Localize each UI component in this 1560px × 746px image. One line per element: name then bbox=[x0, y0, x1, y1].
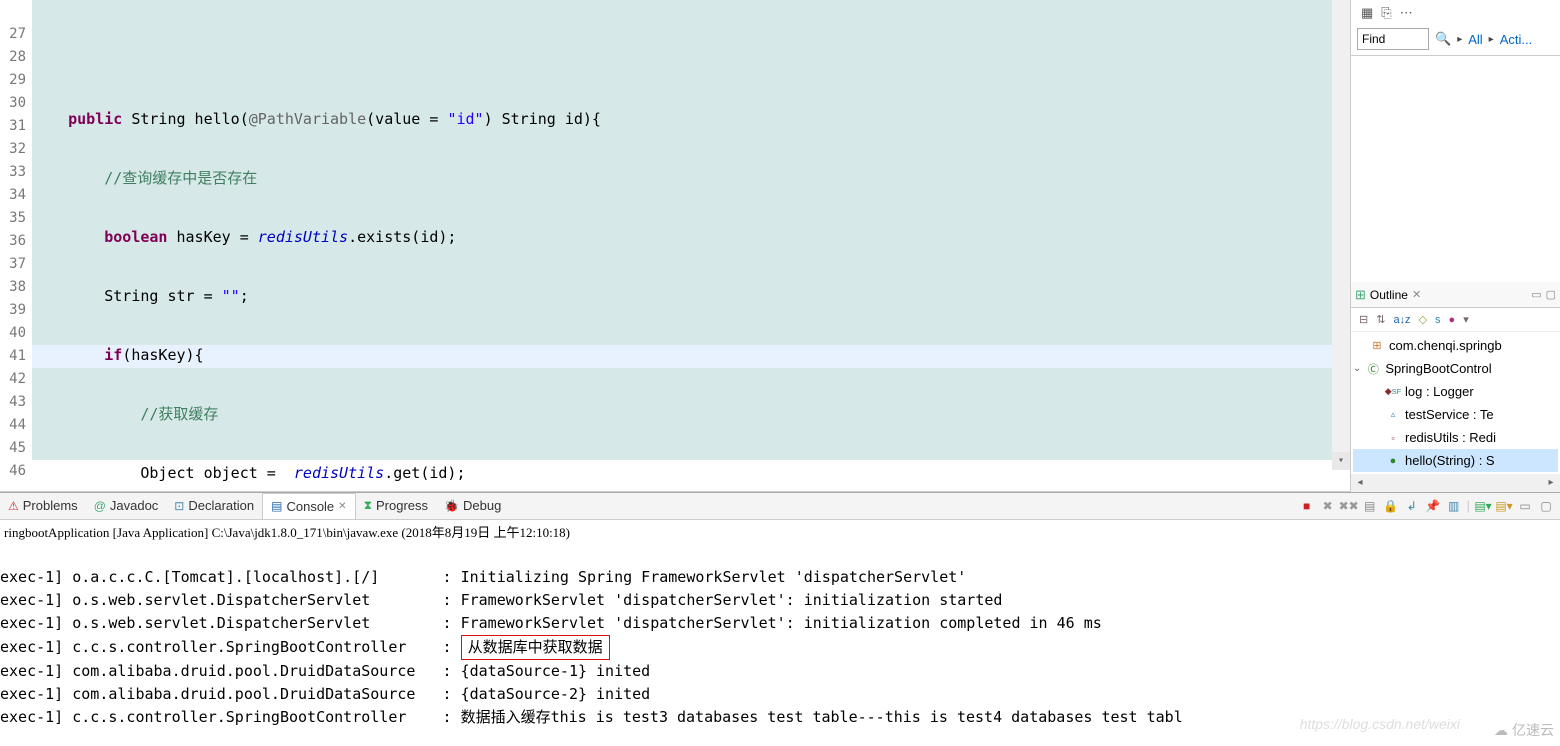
maximize-icon[interactable]: ▢ bbox=[1538, 498, 1554, 514]
problems-icon: ⚠ bbox=[8, 499, 19, 513]
cloud-icon: ☁ bbox=[1494, 722, 1508, 739]
search-icon[interactable]: 🔍 bbox=[1435, 31, 1451, 47]
open-console-icon[interactable]: ▤▾ bbox=[1475, 498, 1491, 514]
watermark-url: https://blog.csdn.net/weixi bbox=[1300, 716, 1460, 732]
word-wrap-icon[interactable]: ↲ bbox=[1404, 498, 1420, 514]
tab-declaration[interactable]: ⊡Declaration bbox=[166, 493, 262, 519]
expand-icon[interactable]: ⌄ bbox=[1353, 363, 1361, 374]
display-sel-icon[interactable]: ▥ bbox=[1446, 498, 1462, 514]
outline-title: Outline bbox=[1370, 288, 1408, 302]
outline-field-log[interactable]: ◆SF log : Logger bbox=[1353, 380, 1558, 403]
progress-icon: ⧗ bbox=[364, 498, 372, 513]
terminate-icon[interactable]: ■ bbox=[1299, 498, 1315, 514]
outline-header: ⊞ Outline ✕ ▭ ▢ bbox=[1351, 282, 1560, 308]
minimize-icon[interactable]: ▭ bbox=[1517, 498, 1533, 514]
code-area[interactable]: public String hello(@PathVariable(value … bbox=[32, 0, 1350, 491]
new-console-icon[interactable]: ▤▾ bbox=[1496, 498, 1512, 514]
outline-class[interactable]: ⌄ Ⓒ SpringBootControl bbox=[1353, 357, 1558, 380]
hide-static-icon[interactable]: s bbox=[1435, 314, 1441, 326]
bottom-panel: ⚠Problems @Javadoc ⊡Declaration ▤Console… bbox=[0, 492, 1560, 744]
layout-icon[interactable]: ▦ bbox=[1361, 5, 1373, 21]
sort-icon[interactable]: ⇅ bbox=[1376, 313, 1385, 326]
remove-launch-icon[interactable]: ✖ bbox=[1320, 498, 1336, 514]
line-gutter: 2728293031323334353637383940414243444546 bbox=[0, 0, 32, 491]
find-activate-link[interactable]: Acti... bbox=[1500, 32, 1533, 47]
tab-progress[interactable]: ⧗Progress bbox=[356, 493, 436, 519]
declaration-icon: ⊡ bbox=[174, 499, 184, 513]
hide-fields-icon[interactable]: ◇ bbox=[1419, 313, 1427, 326]
pin-console-icon[interactable]: 📌 bbox=[1425, 498, 1441, 514]
prev-arrow-icon[interactable]: ▸ bbox=[1457, 34, 1462, 45]
next-arrow-icon[interactable]: ▸ bbox=[1489, 34, 1494, 45]
focus-icon[interactable]: ⊟ bbox=[1359, 313, 1368, 326]
hide-nonpublic-icon[interactable]: ● bbox=[1449, 314, 1456, 326]
javadoc-icon: @ bbox=[94, 499, 106, 513]
package-icon: ⊞ bbox=[1369, 338, 1385, 354]
outline-field-redisutils[interactable]: ▫ redisUtils : Redi bbox=[1353, 426, 1558, 449]
outline-tree[interactable]: ⊞ com.chenqi.springb ⌄ Ⓒ SpringBootContr… bbox=[1351, 332, 1560, 474]
highlighted-log: 从数据库中获取数据 bbox=[461, 635, 610, 660]
next-icon[interactable]: ⎘ bbox=[1381, 5, 1391, 21]
outline-package[interactable]: ⊞ com.chenqi.springb bbox=[1353, 334, 1558, 357]
field-icon: ▵ bbox=[1385, 407, 1401, 423]
minimize-icon[interactable]: ▭ bbox=[1531, 288, 1541, 301]
outline-method-hello[interactable]: ● hello(String) : S bbox=[1353, 449, 1558, 472]
code-editor[interactable]: 2728293031323334353637383940414243444546… bbox=[0, 0, 1350, 492]
console-icon: ▤ bbox=[271, 499, 282, 513]
outline-toolbar: ⊟ ⇅ a↓z ◇ s ● ▾ bbox=[1351, 308, 1560, 332]
console-tabs: ⚠Problems @Javadoc ⊡Declaration ▤Console… bbox=[0, 493, 1560, 520]
hide-local-icon[interactable]: ▾ bbox=[1463, 313, 1469, 326]
console-header: ringbootApplication [Java Application] C… bbox=[0, 520, 1560, 543]
tab-debug[interactable]: 🐞Debug bbox=[436, 493, 509, 519]
outline-icon: ⊞ bbox=[1355, 287, 1366, 303]
debug-icon: 🐞 bbox=[444, 499, 459, 513]
find-all-link[interactable]: All bbox=[1468, 32, 1482, 47]
close-icon[interactable]: ✕ bbox=[338, 501, 346, 512]
outline-hscroll[interactable]: ◂▸ bbox=[1351, 474, 1560, 492]
find-input[interactable] bbox=[1357, 28, 1429, 50]
more-icon[interactable]: ⋯ bbox=[1400, 5, 1413, 21]
field-icon: ▫ bbox=[1385, 430, 1401, 446]
field-icon: ◆SF bbox=[1385, 384, 1401, 400]
tab-javadoc[interactable]: @Javadoc bbox=[86, 493, 167, 519]
scroll-lock-icon[interactable]: 🔒 bbox=[1383, 498, 1399, 514]
maximize-icon[interactable]: ▢ bbox=[1546, 288, 1556, 301]
watermark: ☁亿速云 bbox=[1494, 720, 1554, 740]
right-panel: ▦ ⎘ ⋯ 🔍 ▸ All ▸ Acti... ⊞ Outline ✕ ▭ ▢ bbox=[1350, 0, 1560, 492]
outline-field-testservice[interactable]: ▵ testService : Te bbox=[1353, 403, 1558, 426]
find-bar: ▦ ⎘ ⋯ 🔍 ▸ All ▸ Acti... bbox=[1351, 0, 1560, 56]
az-icon[interactable]: a↓z bbox=[1393, 314, 1410, 326]
class-icon: Ⓒ bbox=[1365, 361, 1381, 377]
editor-vscroll[interactable]: ▾ bbox=[1332, 0, 1350, 470]
remove-all-icon[interactable]: ✖✖ bbox=[1341, 498, 1357, 514]
method-icon: ● bbox=[1385, 453, 1401, 469]
clear-console-icon[interactable]: ▤ bbox=[1362, 498, 1378, 514]
console-output[interactable]: exec-1] o.a.c.c.C.[Tomcat].[localhost].[… bbox=[0, 543, 1560, 744]
tab-console[interactable]: ▤Console✕ bbox=[262, 493, 355, 519]
tab-problems[interactable]: ⚠Problems bbox=[0, 493, 86, 519]
